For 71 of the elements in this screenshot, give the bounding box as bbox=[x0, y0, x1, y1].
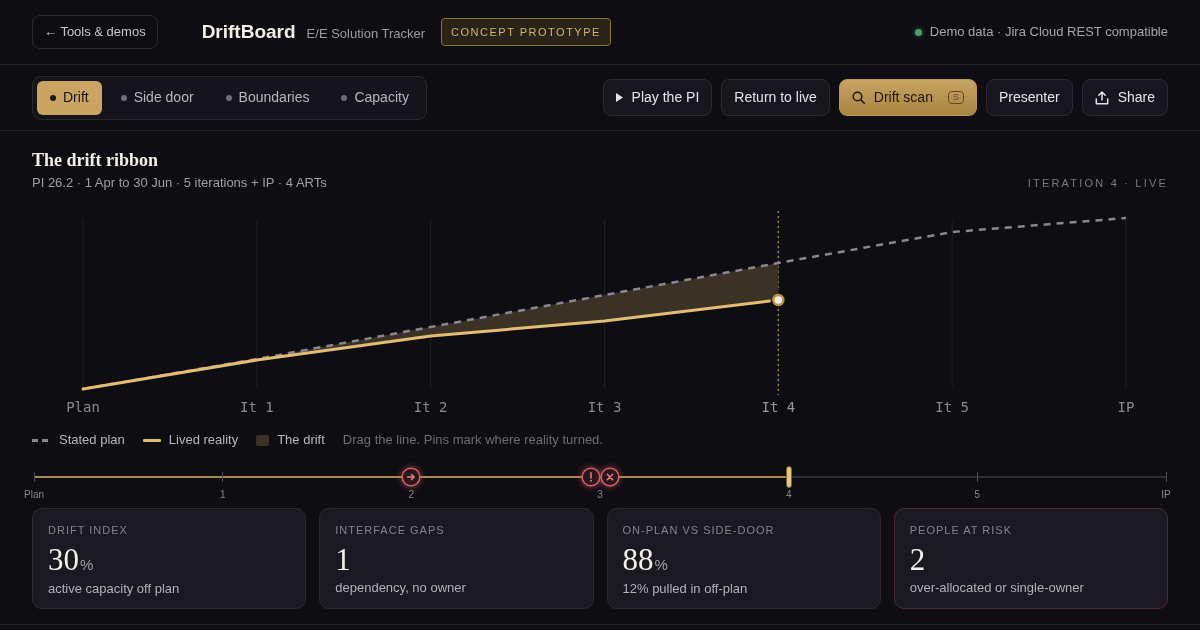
axis-label: It 4 bbox=[761, 399, 796, 415]
axis-label: It 5 bbox=[935, 399, 970, 415]
metric-value: 30 bbox=[48, 544, 79, 576]
exclamation-pin-icon[interactable] bbox=[580, 467, 601, 487]
tab[interactable]: Capacity bbox=[328, 80, 422, 115]
iteration-status: ITERATION 4 · LIVE bbox=[1027, 176, 1168, 191]
chart-subtitle: PI 26.2 · 1 Apr to 30 Jun · 5 iterations + IP · 4 ARTs bbox=[32, 175, 327, 191]
cross-pin-icon[interactable] bbox=[599, 467, 620, 487]
tick-mark bbox=[976, 472, 978, 482]
app-subtitle: E/E Solution Tracker bbox=[306, 24, 426, 43]
metric-label: INTERFACE GAPS bbox=[335, 523, 446, 537]
tick-mark bbox=[222, 472, 224, 482]
dashed-line-icon bbox=[32, 438, 51, 442]
play-icon bbox=[615, 93, 623, 102]
chart-hint: Drag the line. Pins mark where reality turned. bbox=[342, 431, 603, 450]
solid-line-icon bbox=[142, 438, 161, 442]
tab[interactable]: Side door bbox=[107, 80, 207, 115]
bullet-icon bbox=[225, 94, 232, 101]
legend-label: Stated plan bbox=[59, 431, 125, 450]
metric-value: 2 bbox=[909, 544, 926, 576]
axis-label: Plan bbox=[66, 399, 100, 415]
swatch-icon bbox=[256, 434, 270, 446]
timeline-handle[interactable] bbox=[785, 466, 792, 488]
metric-label: ON-PLAN VS SIDE-DOOR bbox=[622, 523, 776, 537]
legend-label: The drift bbox=[277, 431, 325, 450]
axis-label: It 3 bbox=[587, 399, 622, 415]
metric-caption: 12% pulled in off-plan bbox=[622, 580, 749, 597]
tab[interactable]: Boundaries bbox=[212, 80, 323, 115]
share-icon bbox=[1094, 90, 1109, 105]
metric-label: DRIFT INDEX bbox=[48, 523, 129, 537]
play-button[interactable]: Play the PI bbox=[602, 79, 713, 116]
share-button[interactable]: Share bbox=[1081, 79, 1168, 116]
presenter-button[interactable]: Presenter bbox=[985, 79, 1073, 116]
bullet-icon bbox=[50, 94, 56, 101]
tick-label: 3 bbox=[597, 489, 603, 501]
reality-line[interactable] bbox=[81, 299, 771, 391]
legend-label: Lived reality bbox=[168, 431, 239, 450]
app-title: DriftBoard bbox=[201, 19, 296, 44]
metric-caption: active capacity off plan bbox=[48, 580, 181, 597]
data-source-text: Demo data · Jira Cloud REST compatible bbox=[929, 23, 1168, 42]
chart-title: The drift ribbon bbox=[32, 149, 160, 171]
point-marker-icon[interactable] bbox=[772, 293, 785, 307]
metric-unit: % bbox=[80, 555, 94, 575]
prototype-badge: CONCEPT PROTOTYPE bbox=[441, 17, 611, 47]
axis-label: IP bbox=[1117, 399, 1135, 415]
tab[interactable]: Drift bbox=[37, 80, 102, 115]
arrow-pin-icon[interactable] bbox=[401, 467, 422, 487]
drift-scan-button[interactable]: Drift scan S bbox=[838, 79, 977, 116]
tick-label: IP bbox=[1161, 489, 1171, 501]
tick-label: Plan bbox=[24, 489, 44, 501]
metric-value: 1 bbox=[335, 544, 351, 576]
metric-label: PEOPLE AT RISK bbox=[909, 523, 1013, 537]
tick-mark bbox=[1165, 472, 1167, 482]
return-to-live-button[interactable]: Return to live bbox=[721, 79, 830, 116]
tick-label: 1 bbox=[219, 489, 226, 501]
metric-caption: dependency, no owner bbox=[335, 580, 467, 596]
status-dot-icon bbox=[914, 28, 922, 36]
tick-label: 2 bbox=[408, 489, 415, 501]
axis-label: It 2 bbox=[413, 399, 448, 415]
bullet-icon bbox=[341, 94, 348, 101]
metric-value: 88 bbox=[622, 544, 654, 576]
axis-label: It 1 bbox=[239, 399, 274, 415]
metric-caption: over-allocated or single-owner bbox=[909, 580, 1085, 596]
tick-mark bbox=[33, 472, 35, 482]
back-link[interactable]: ← Tools & demos bbox=[32, 15, 158, 49]
tick-label: 4 bbox=[785, 489, 792, 501]
tick-label: 5 bbox=[974, 489, 981, 501]
shortcut-key: S bbox=[947, 91, 964, 104]
search-icon bbox=[851, 91, 865, 104]
bullet-icon bbox=[120, 94, 127, 101]
metric-unit: % bbox=[654, 555, 668, 575]
